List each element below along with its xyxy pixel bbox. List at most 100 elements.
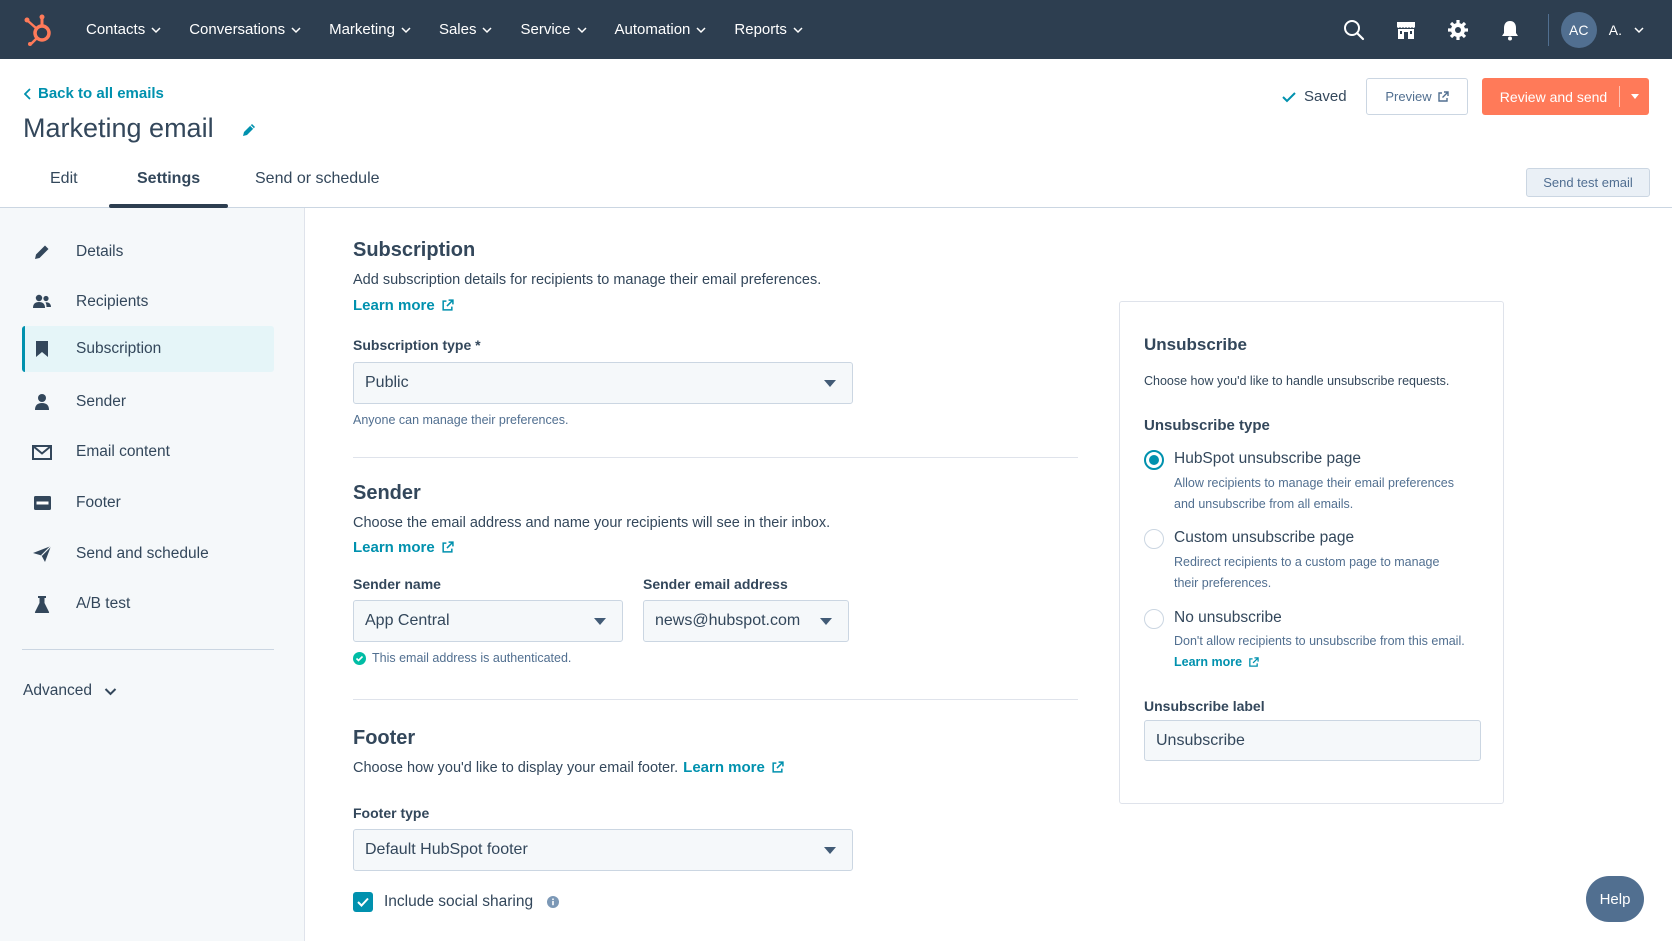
include-social-sharing-label: Include social sharing [384,893,534,910]
footer-heading: Footer [353,727,416,749]
chevron-down-icon [1634,26,1644,33]
sidebar-item-label: Footer [76,494,121,511]
notifications-bell-icon[interactable] [1498,18,1522,42]
sidebar-item-details[interactable]: Details [22,229,274,275]
learn-more-label: Learn more [683,759,765,776]
nav-service[interactable]: Service [520,21,587,38]
sender-email-select[interactable]: news@hubspot.com [643,600,849,642]
radio-desc-custom-unsubscribe-page: Redirect recipients to a custom page to … [1174,552,1474,594]
advanced-toggle[interactable]: Advanced [23,682,117,700]
sender-learn-more-link[interactable]: Learn more [353,539,454,556]
back-to-all-emails-link[interactable]: Back to all emails [24,85,164,102]
email-tabs: Edit Settings Send or schedule [0,160,1672,208]
avatar-initials: AC [1569,21,1589,38]
radio-desc-line: Redirect recipients to a custom page to … [1174,555,1440,569]
radio-label-custom-unsubscribe-page: Custom unsubscribe page [1174,529,1355,546]
caret-down-icon [824,380,836,387]
radio-custom-unsubscribe-page[interactable] [1144,529,1164,549]
chevron-down-icon [696,26,706,33]
footer-icon [32,493,52,513]
preview-button[interactable]: Preview [1366,78,1468,115]
sidebar-item-recipients[interactable]: Recipients [22,279,274,325]
sidebar-item-label: Details [76,243,124,260]
no-unsubscribe-learn-more-link[interactable]: Learn more [1174,652,1259,673]
sidebar-item-footer[interactable]: Footer [22,480,274,526]
caret-down-icon [820,618,832,625]
subscription-type-select[interactable]: Public [353,362,853,404]
chevron-down-icon [482,26,493,33]
settings-gear-icon[interactable] [1446,18,1470,42]
avatar[interactable]: AC [1560,11,1597,48]
learn-more-label: Learn more [353,539,435,556]
sidebar-item-label: Email content [76,443,170,460]
tab-edit[interactable]: Edit [50,170,78,188]
unsubscribe-label-label: Unsubscribe label [1144,698,1265,714]
nav-automation[interactable]: Automation [615,21,707,38]
nav-marketing[interactable]: Marketing [329,21,411,38]
paper-plane-icon [32,544,52,564]
footer-description: Choose how you'd like to display your em… [353,759,679,776]
sender-name-value: App Central [365,612,450,629]
section-divider [353,457,1078,458]
nav-contacts[interactable]: Contacts [86,21,161,38]
unsubscribe-label-input[interactable]: Unsubscribe [1144,720,1481,761]
saved-label: Saved [1304,88,1347,105]
nav-sales[interactable]: Sales [439,21,493,38]
nav-divider [1547,13,1549,46]
external-link-icon [442,299,454,311]
edit-pencil-icon[interactable] [240,121,258,139]
review-dropdown-toggle[interactable] [1619,86,1649,107]
subscription-learn-more-link[interactable]: Learn more [353,297,454,314]
radio-hubspot-unsubscribe-page[interactable] [1144,450,1164,470]
send-test-email-button[interactable]: Send test email [1526,168,1650,197]
sidebar-item-send-and-schedule[interactable]: Send and schedule [22,531,274,577]
sidebar-item-ab-test[interactable]: A/B test [22,581,274,627]
nav-service-label: Service [520,21,571,38]
sidebar-item-subscription[interactable]: Subscription [22,326,274,372]
send-test-email-label: Send test email [1543,175,1633,190]
footer-learn-more-link[interactable]: Learn more [683,759,784,776]
sidebar-item-label: Sender [76,393,126,410]
nav-automation-label: Automation [614,21,691,38]
top-navigation-bar: Contacts Conversations Marketing Sales S… [0,0,1672,59]
sender-heading: Sender [353,482,421,504]
sidebar-item-label: Recipients [76,293,149,310]
hubspot-logo-icon[interactable] [22,13,56,47]
external-link-icon [1249,657,1259,667]
sidebar-divider [22,649,274,650]
subscription-type-value: Public [365,374,409,391]
help-button[interactable]: Help [1586,876,1644,922]
account-menu[interactable]: A. [1609,22,1644,38]
unsubscribe-card: Unsubscribe Choose how you'd like to han… [1119,301,1504,804]
radio-label-no-unsubscribe: No unsubscribe [1174,609,1282,626]
footer-type-select[interactable]: Default HubSpot footer [353,829,853,871]
back-link-label: Back to all emails [38,85,164,102]
nav-conversations-label: Conversations [189,21,286,38]
sidebar-item-email-content[interactable]: Email content [22,429,274,475]
nav-reports[interactable]: Reports [734,21,803,38]
include-social-sharing-checkbox[interactable] [353,892,373,912]
review-and-send-button[interactable]: Review and send [1482,78,1649,115]
tab-send-or-schedule[interactable]: Send or schedule [255,170,380,188]
chevron-down-icon [291,26,301,33]
info-icon[interactable] [547,896,560,908]
unsubscribe-description: Choose how you'd like to handle unsubscr… [1144,374,1450,388]
radio-desc-line: their preferences. [1174,576,1272,590]
learn-more-label: Learn more [1174,655,1243,669]
sender-name-select[interactable]: App Central [353,600,623,642]
nav-conversations[interactable]: Conversations [189,21,301,38]
chevron-down-icon [104,687,117,695]
pencil-icon [32,242,52,262]
sidebar-item-label: A/B test [76,595,131,612]
person-icon [32,392,52,412]
caret-down-icon [824,847,836,854]
sidebar-item-sender[interactable]: Sender [22,379,274,425]
nav-sales-label: Sales [438,21,477,38]
radio-no-unsubscribe[interactable] [1144,609,1164,629]
marketplace-icon[interactable] [1394,18,1418,42]
search-icon[interactable] [1342,18,1366,42]
check-circle-icon [353,651,366,665]
learn-more-label: Learn more [353,297,435,314]
tab-settings[interactable]: Settings [137,170,200,188]
chevron-left-icon [24,87,31,100]
